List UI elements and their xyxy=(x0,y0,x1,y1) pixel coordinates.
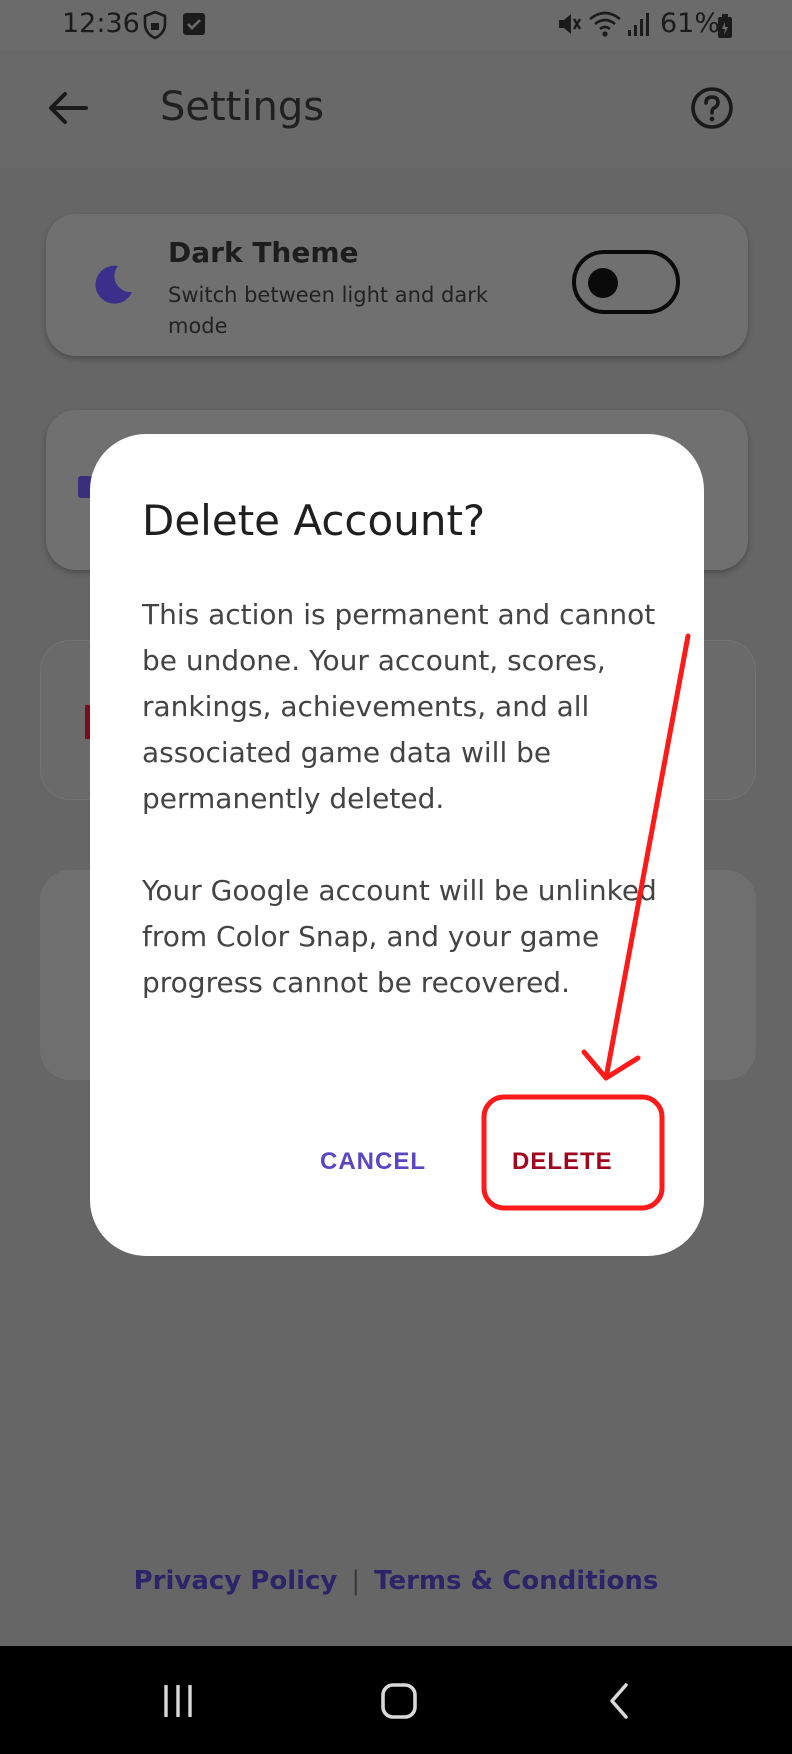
moon-icon xyxy=(95,265,132,304)
dark-theme-card: Dark Theme Switch between light and dark… xyxy=(46,214,748,356)
dark-theme-subtitle: Switch between light and dark mode xyxy=(168,283,488,338)
page-title: Settings xyxy=(160,84,325,130)
signal-icon xyxy=(626,10,652,42)
recent-apps-icon xyxy=(164,1685,192,1717)
toggle-knob xyxy=(588,268,618,298)
settings-screen: 12:36 61% Settings Dark Theme Switch bet… xyxy=(0,0,792,1754)
shield-icon xyxy=(142,10,168,44)
mute-icon xyxy=(556,10,582,42)
checkbox-notification-icon xyxy=(182,12,206,40)
battery-percent: 61% xyxy=(660,8,721,39)
back-button[interactable] xyxy=(36,76,100,140)
help-icon xyxy=(691,87,733,129)
dark-theme-toggle[interactable] xyxy=(572,250,680,314)
nav-back-button[interactable] xyxy=(590,1674,650,1728)
delete-button[interactable]: DELETE xyxy=(500,1132,625,1192)
battery-icon xyxy=(718,14,732,42)
dark-theme-title: Dark Theme xyxy=(168,236,359,269)
wifi-icon xyxy=(588,10,622,42)
terms-conditions-link[interactable]: Terms & Conditions xyxy=(374,1566,658,1596)
recent-apps-button[interactable] xyxy=(148,1674,208,1728)
home-icon xyxy=(381,1683,417,1719)
dialog-title: Delete Account? xyxy=(142,496,486,545)
footer-links: Privacy Policy | Terms & Conditions xyxy=(0,1566,792,1596)
app-bar: Settings xyxy=(0,50,792,168)
dialog-body-paragraph-2: Your Google account will be unlinked fro… xyxy=(142,874,657,999)
dialog-body: This action is permanent and cannot be u… xyxy=(142,592,662,1006)
status-time: 12:36 xyxy=(62,8,140,39)
status-bar: 12:36 61% xyxy=(0,0,792,50)
footer-separator: | xyxy=(351,1566,361,1596)
delete-account-dialog: Delete Account? This action is permanent… xyxy=(90,434,704,1256)
back-arrow-icon xyxy=(49,92,88,124)
privacy-policy-link[interactable]: Privacy Policy xyxy=(134,1566,338,1596)
back-icon xyxy=(610,1683,628,1719)
system-nav-bar xyxy=(0,1646,792,1754)
dialog-body-paragraph-1: This action is permanent and cannot be u… xyxy=(142,598,656,815)
home-button[interactable] xyxy=(369,1674,429,1728)
help-button[interactable] xyxy=(680,76,744,140)
cancel-button[interactable]: CANCEL xyxy=(308,1132,438,1192)
